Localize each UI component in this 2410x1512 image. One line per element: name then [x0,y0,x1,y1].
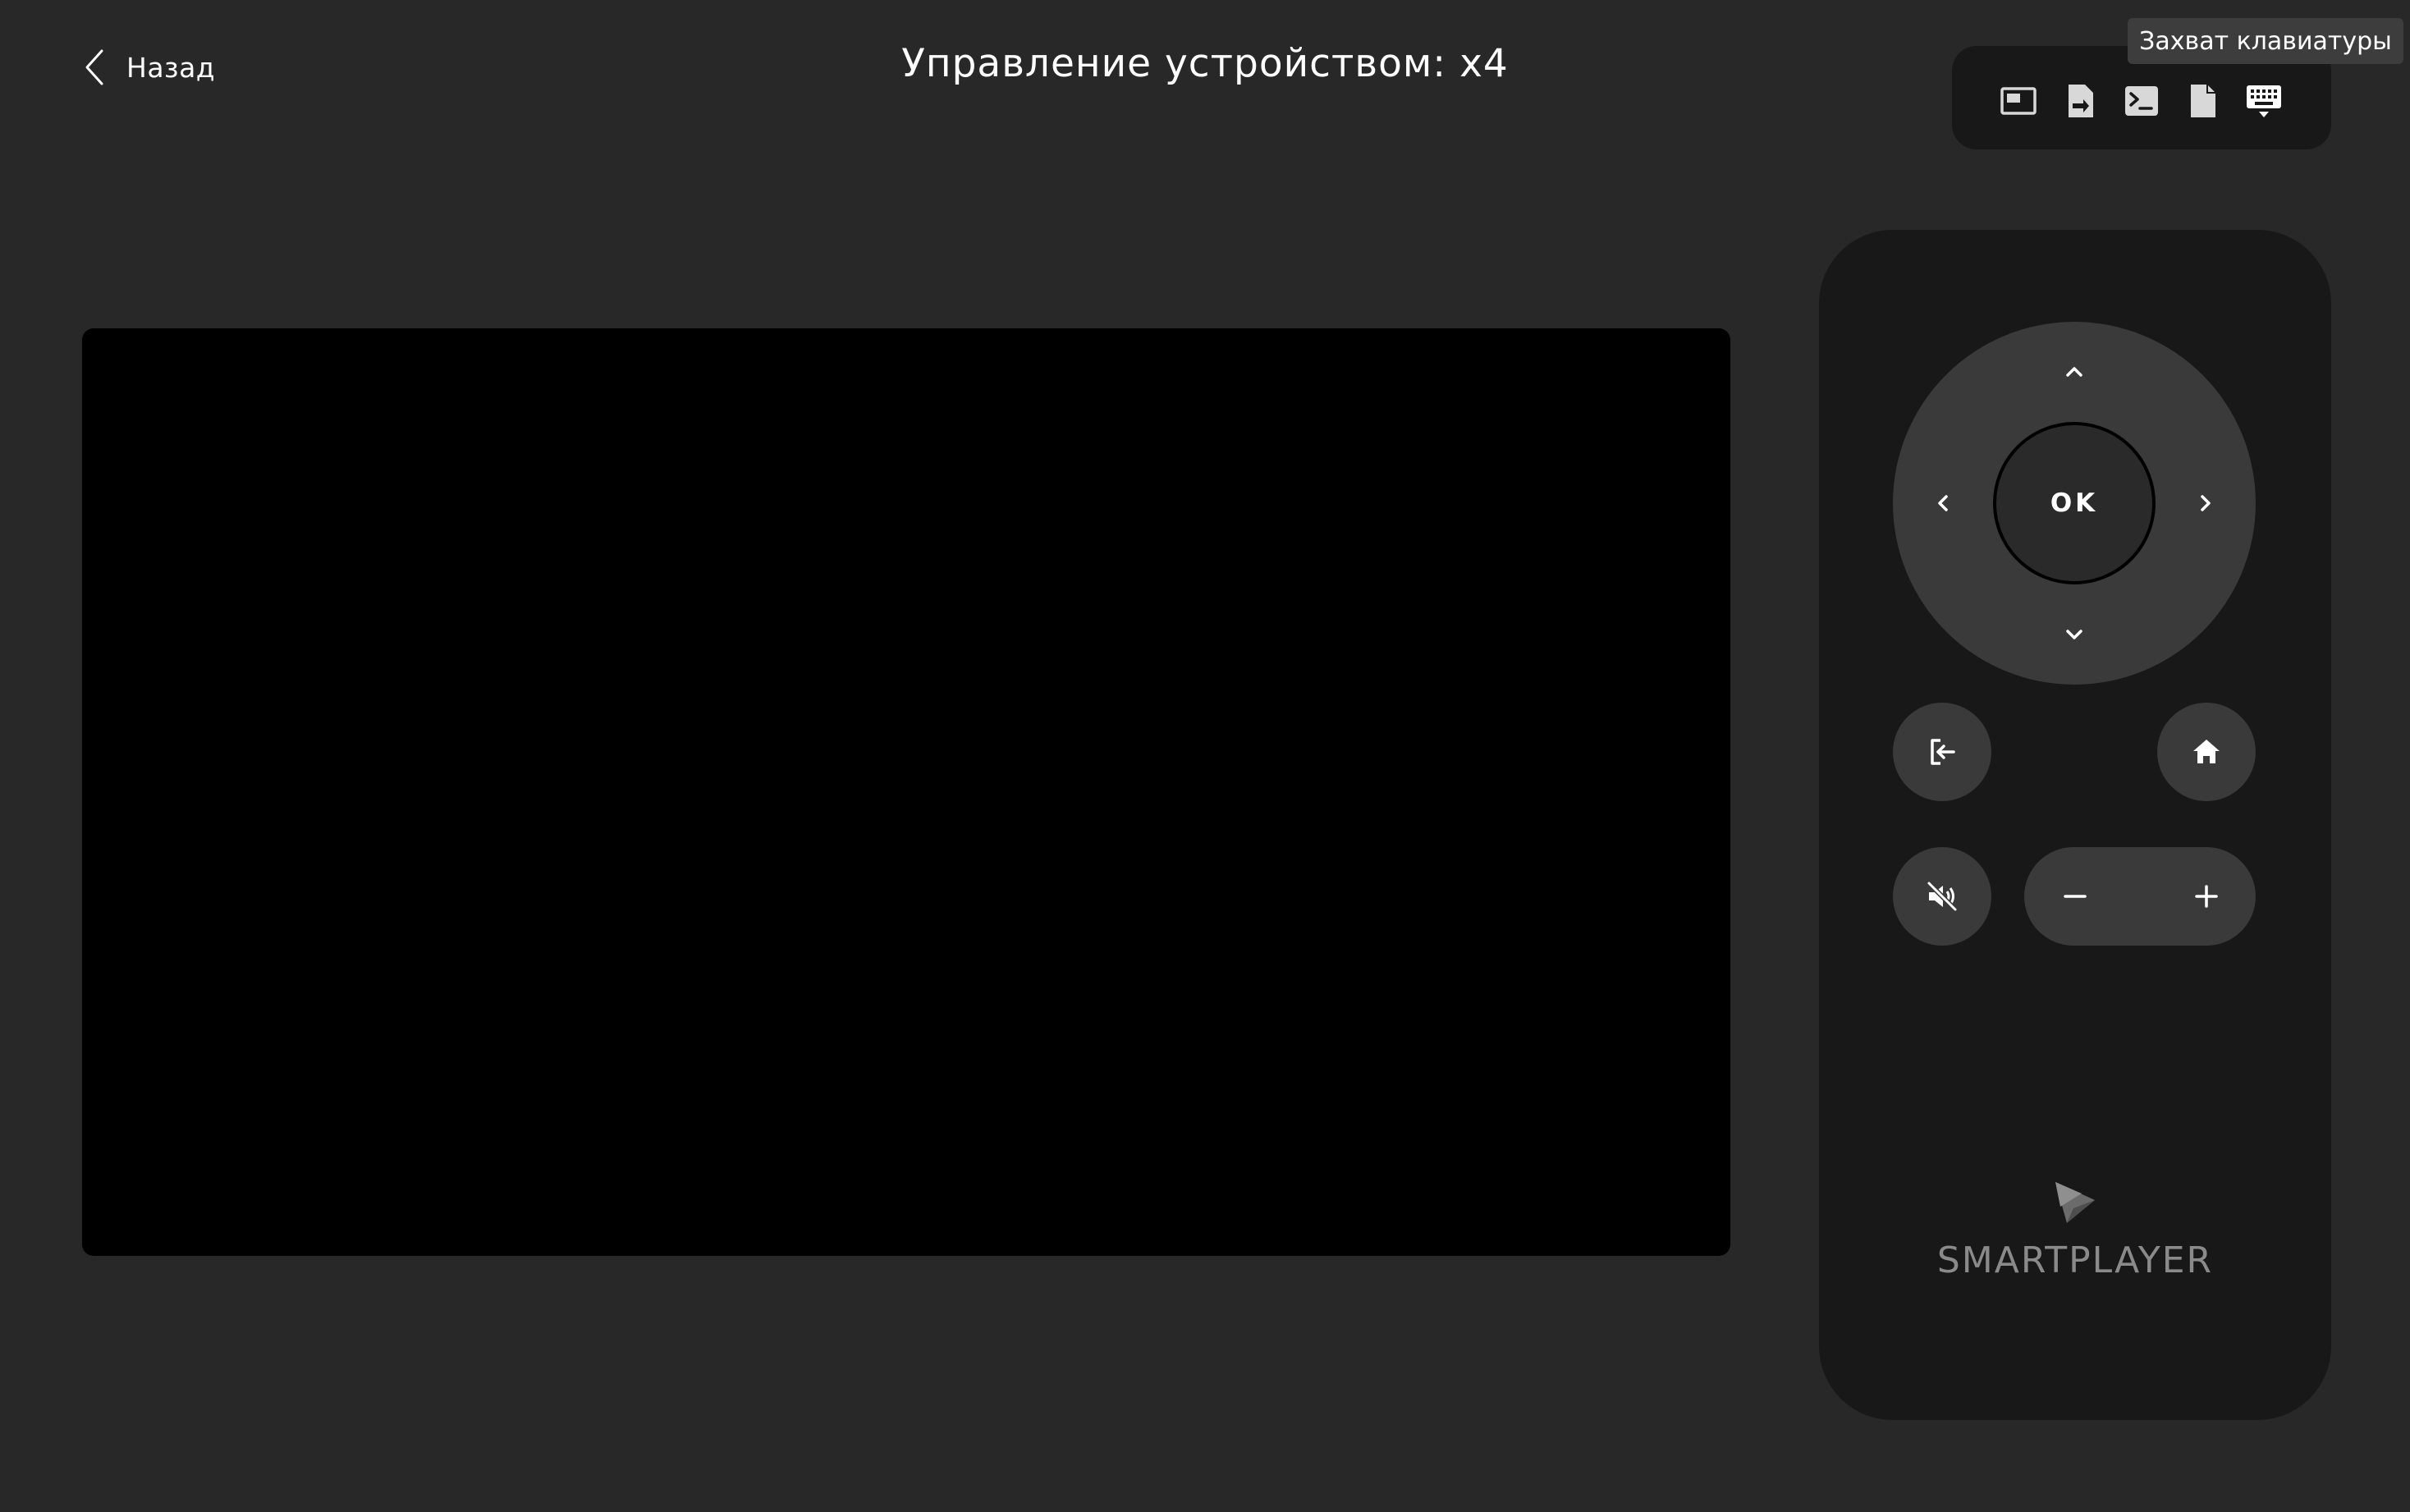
volume-control [2024,847,2256,946]
terminal-button[interactable] [2119,79,2164,123]
chevron-left-icon [1938,495,1948,511]
home-button[interactable] [2157,703,2256,801]
plus-icon [2195,885,2218,908]
chevron-down-icon [2066,630,2082,639]
dpad-left-button[interactable] [1914,474,1972,532]
chevron-up-icon [2066,367,2082,377]
document-button[interactable] [2180,79,2224,123]
ok-button[interactable]: OK [1993,422,2156,584]
file-transfer-icon [2069,85,2093,117]
volume-down-button[interactable] [2026,847,2124,946]
dpad: OK [1893,322,2256,685]
dpad-down-button[interactable] [2046,606,2103,663]
terminal-icon [2125,86,2158,116]
brand-logo: SMARTPLAYER [1819,1175,2331,1281]
keyboard-capture-tooltip: Захват клавиатуры [2128,18,2403,64]
mute-icon [1927,881,1958,912]
home-icon [2193,740,2220,763]
device-screen[interactable] [82,328,1730,1256]
exit-icon [1931,739,1955,765]
remote-control: OK SMARTPLAYER [1819,230,2331,1420]
mute-button[interactable] [1893,847,1991,946]
dpad-right-button[interactable] [2177,474,2234,532]
volume-up-button[interactable] [2157,847,2256,946]
minus-icon [2064,895,2087,898]
document-icon [2191,85,2215,117]
screen-button[interactable] [1996,79,2041,123]
exit-button[interactable] [1893,703,1991,801]
dpad-up-button[interactable] [2046,343,2103,401]
smartplayer-logo-icon [2055,1182,2095,1223]
file-transfer-button[interactable] [2058,79,2102,123]
brand-name: SMARTPLAYER [1936,1239,2214,1281]
keyboard-capture-button[interactable] [2242,79,2286,123]
screen-icon [2000,87,2037,115]
keyboard-icon [2247,85,2281,117]
chevron-right-icon [2201,495,2211,511]
